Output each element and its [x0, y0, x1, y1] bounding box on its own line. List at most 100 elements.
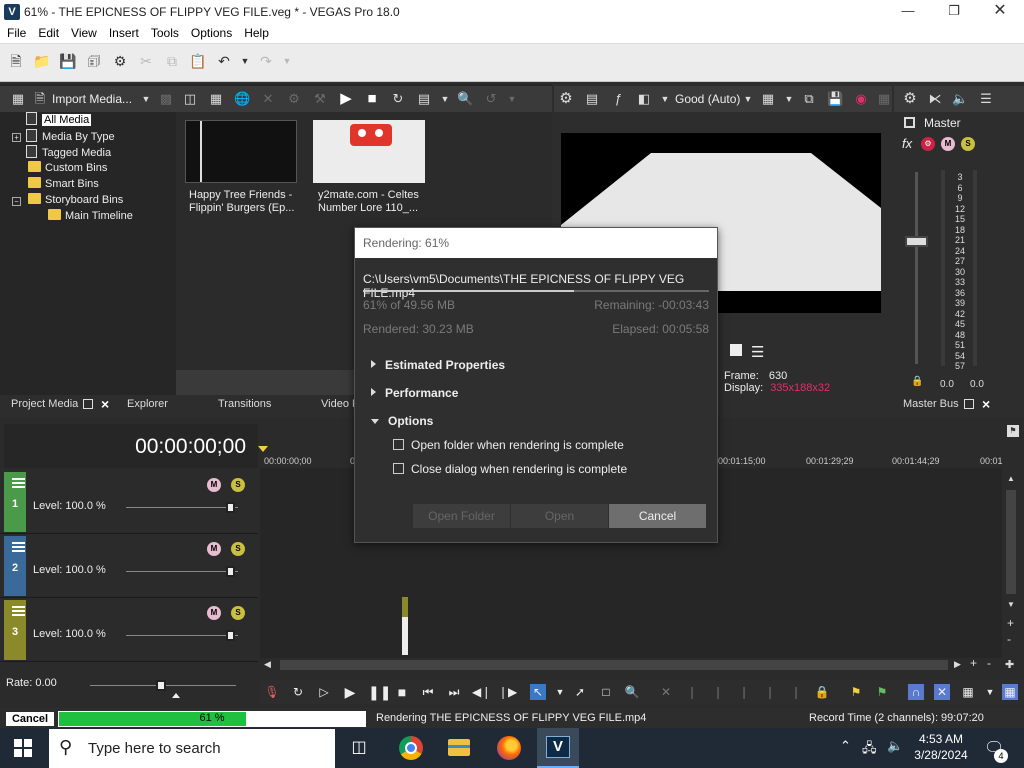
- preview-settings-gear-icon[interactable]: ⚙: [558, 91, 574, 107]
- tab-transitions[interactable]: Transitions: [218, 398, 271, 410]
- remove-media-icon[interactable]: ✕: [260, 91, 276, 107]
- firefox-icon[interactable]: [488, 728, 530, 768]
- preview-quality-select[interactable]: Good (Auto): [675, 92, 740, 106]
- media-tools-icon[interactable]: ⚒: [312, 91, 328, 107]
- globe-icon[interactable]: 🌐: [234, 91, 250, 107]
- rate-slider-knob[interactable]: [156, 680, 166, 691]
- automation-icon[interactable]: ⚙: [921, 137, 935, 151]
- zoom-tool-icon[interactable]: 🔍: [624, 684, 640, 700]
- record-icon[interactable]: 🎙: [264, 684, 280, 700]
- open-folder-button[interactable]: Open Folder: [413, 504, 510, 528]
- ripple-edit-icon[interactable]: ▦: [960, 684, 976, 700]
- maximize-icon[interactable]: [964, 399, 974, 409]
- stop-icon[interactable]: ■: [394, 684, 410, 700]
- close-tab-icon[interactable]: ×: [982, 396, 990, 412]
- mixer-settings-icon[interactable]: ☰: [978, 91, 994, 107]
- copy-icon[interactable]: ⧉: [163, 52, 181, 70]
- go-to-end-icon[interactable]: ⏭: [446, 684, 462, 700]
- region-icon[interactable]: ⚑: [874, 684, 890, 700]
- menu-options[interactable]: Options: [184, 24, 237, 40]
- network-icon[interactable]: 🖧: [862, 739, 877, 761]
- refresh-icon[interactable]: ↺: [483, 91, 499, 107]
- marker-flag-icon[interactable]: ⚑: [1007, 425, 1019, 437]
- auto-preview-icon[interactable]: ↻: [390, 91, 406, 107]
- track-header[interactable]: 3 M S Level: 100.0 %: [0, 598, 258, 662]
- media-thumbnail-1[interactable]: [185, 120, 297, 183]
- tree-item-storyboard-bins[interactable]: Storyboard Bins: [28, 193, 123, 208]
- split-icon[interactable]: ❘: [762, 684, 778, 700]
- save-icon[interactable]: 💾: [59, 52, 77, 70]
- selection-tool-icon[interactable]: □: [598, 684, 614, 700]
- tree-item-media-by-type[interactable]: Media By Type: [26, 129, 115, 144]
- track-level-knob[interactable]: [226, 630, 235, 641]
- new-file-icon[interactable]: 🗎: [7, 52, 25, 70]
- preview-menu-icon[interactable]: ▦: [876, 91, 892, 107]
- search-icon[interactable]: 🔍: [457, 91, 473, 107]
- preview-stop-icon[interactable]: [730, 344, 742, 356]
- play-from-start-icon[interactable]: ▷: [316, 684, 332, 700]
- tab-project-media[interactable]: Project Media: [11, 398, 78, 410]
- import-media-icon[interactable]: 🗎: [32, 91, 48, 107]
- expand-icon[interactable]: +: [12, 133, 21, 142]
- play-icon[interactable]: ▶: [342, 684, 358, 700]
- capture-icon[interactable]: ▩: [158, 91, 174, 107]
- track-solo-icon[interactable]: S: [231, 478, 245, 492]
- maximize-icon[interactable]: [83, 399, 93, 409]
- tree-item-all-media[interactable]: All Media: [26, 112, 92, 127]
- refresh-dropdown-icon[interactable]: ▼: [504, 91, 520, 107]
- media-settings-icon[interactable]: ▦: [10, 91, 26, 107]
- quality-dropdown-icon[interactable]: ▼: [740, 91, 756, 107]
- minimize-button[interactable]: —: [885, 0, 931, 24]
- zoom-fit-icon[interactable]: ✚: [1005, 658, 1014, 671]
- preview-menu-lines-icon[interactable]: ☰: [751, 343, 764, 361]
- master-fx-icon[interactable]: fx: [902, 136, 912, 151]
- open-button[interactable]: Open: [511, 504, 608, 528]
- section-estimated-properties[interactable]: Estimated Properties: [371, 358, 505, 372]
- scroll-up-icon[interactable]: ▲: [1007, 474, 1015, 483]
- overlays-grid-icon[interactable]: ▦: [760, 91, 776, 107]
- undo-dropdown-icon[interactable]: ▼: [236, 52, 254, 70]
- import-dropdown-icon[interactable]: ▼: [138, 91, 154, 107]
- collapse-icon[interactable]: −: [12, 197, 21, 206]
- paste-icon[interactable]: 📋: [189, 52, 207, 70]
- split-dropdown-icon[interactable]: ▼: [657, 91, 673, 107]
- track-solo-icon[interactable]: S: [231, 606, 245, 620]
- task-view-icon[interactable]: ◫: [338, 728, 380, 768]
- restore-button[interactable]: ❐: [931, 0, 977, 24]
- stop-preview-icon[interactable]: ■: [364, 91, 380, 107]
- tree-item-smart-bins[interactable]: Smart Bins: [28, 177, 99, 192]
- split-screen-icon[interactable]: ◧: [636, 91, 652, 107]
- track-menu-icon[interactable]: [12, 606, 25, 616]
- delete-icon[interactable]: ✕: [658, 684, 674, 700]
- scroll-down-icon[interactable]: ▼: [1007, 600, 1015, 609]
- lock-envelopes-icon[interactable]: ▦: [1002, 684, 1018, 700]
- video-fx-icon[interactable]: ƒ: [610, 91, 626, 107]
- settings-gear-icon[interactable]: ⚙: [111, 52, 129, 70]
- track-header[interactable]: 2 M S Level: 100.0 %: [0, 534, 258, 598]
- trim-start-icon[interactable]: ❘: [710, 684, 726, 700]
- cancel-button[interactable]: Cancel: [609, 504, 706, 528]
- close-button[interactable]: ✕: [977, 0, 1023, 24]
- views-dropdown-icon[interactable]: ▼: [437, 91, 453, 107]
- import-media-button[interactable]: Import Media...: [52, 92, 132, 106]
- overlays-dropdown-icon[interactable]: ▼: [781, 91, 797, 107]
- media-thumbnail-2[interactable]: [313, 120, 425, 183]
- preview-device-icon[interactable]: ▤: [584, 91, 600, 107]
- loop-icon[interactable]: ↻: [290, 684, 306, 700]
- zoom-out-icon[interactable]: -: [1007, 632, 1011, 646]
- section-options[interactable]: Options: [371, 414, 433, 428]
- ripple-icon[interactable]: ❘: [788, 684, 804, 700]
- track-menu-icon[interactable]: [12, 542, 25, 552]
- downmix-icon[interactable]: ⧔: [927, 91, 943, 107]
- color-scopes-icon[interactable]: ◉: [853, 91, 869, 107]
- marker-icon[interactable]: ⚑: [848, 684, 864, 700]
- tree-item-custom-bins[interactable]: Custom Bins: [28, 161, 107, 176]
- scroll-left-icon[interactable]: ◀: [264, 659, 271, 670]
- audio-clip-stub[interactable]: [402, 597, 408, 655]
- tab-master-bus[interactable]: Master Bus: [903, 398, 959, 410]
- menu-tools[interactable]: Tools: [144, 24, 184, 40]
- undo-icon[interactable]: ↶: [215, 52, 233, 70]
- open-folder-icon[interactable]: 📁: [33, 52, 51, 70]
- file-explorer-icon[interactable]: [438, 728, 480, 768]
- zoom-in-icon[interactable]: +: [1007, 616, 1014, 630]
